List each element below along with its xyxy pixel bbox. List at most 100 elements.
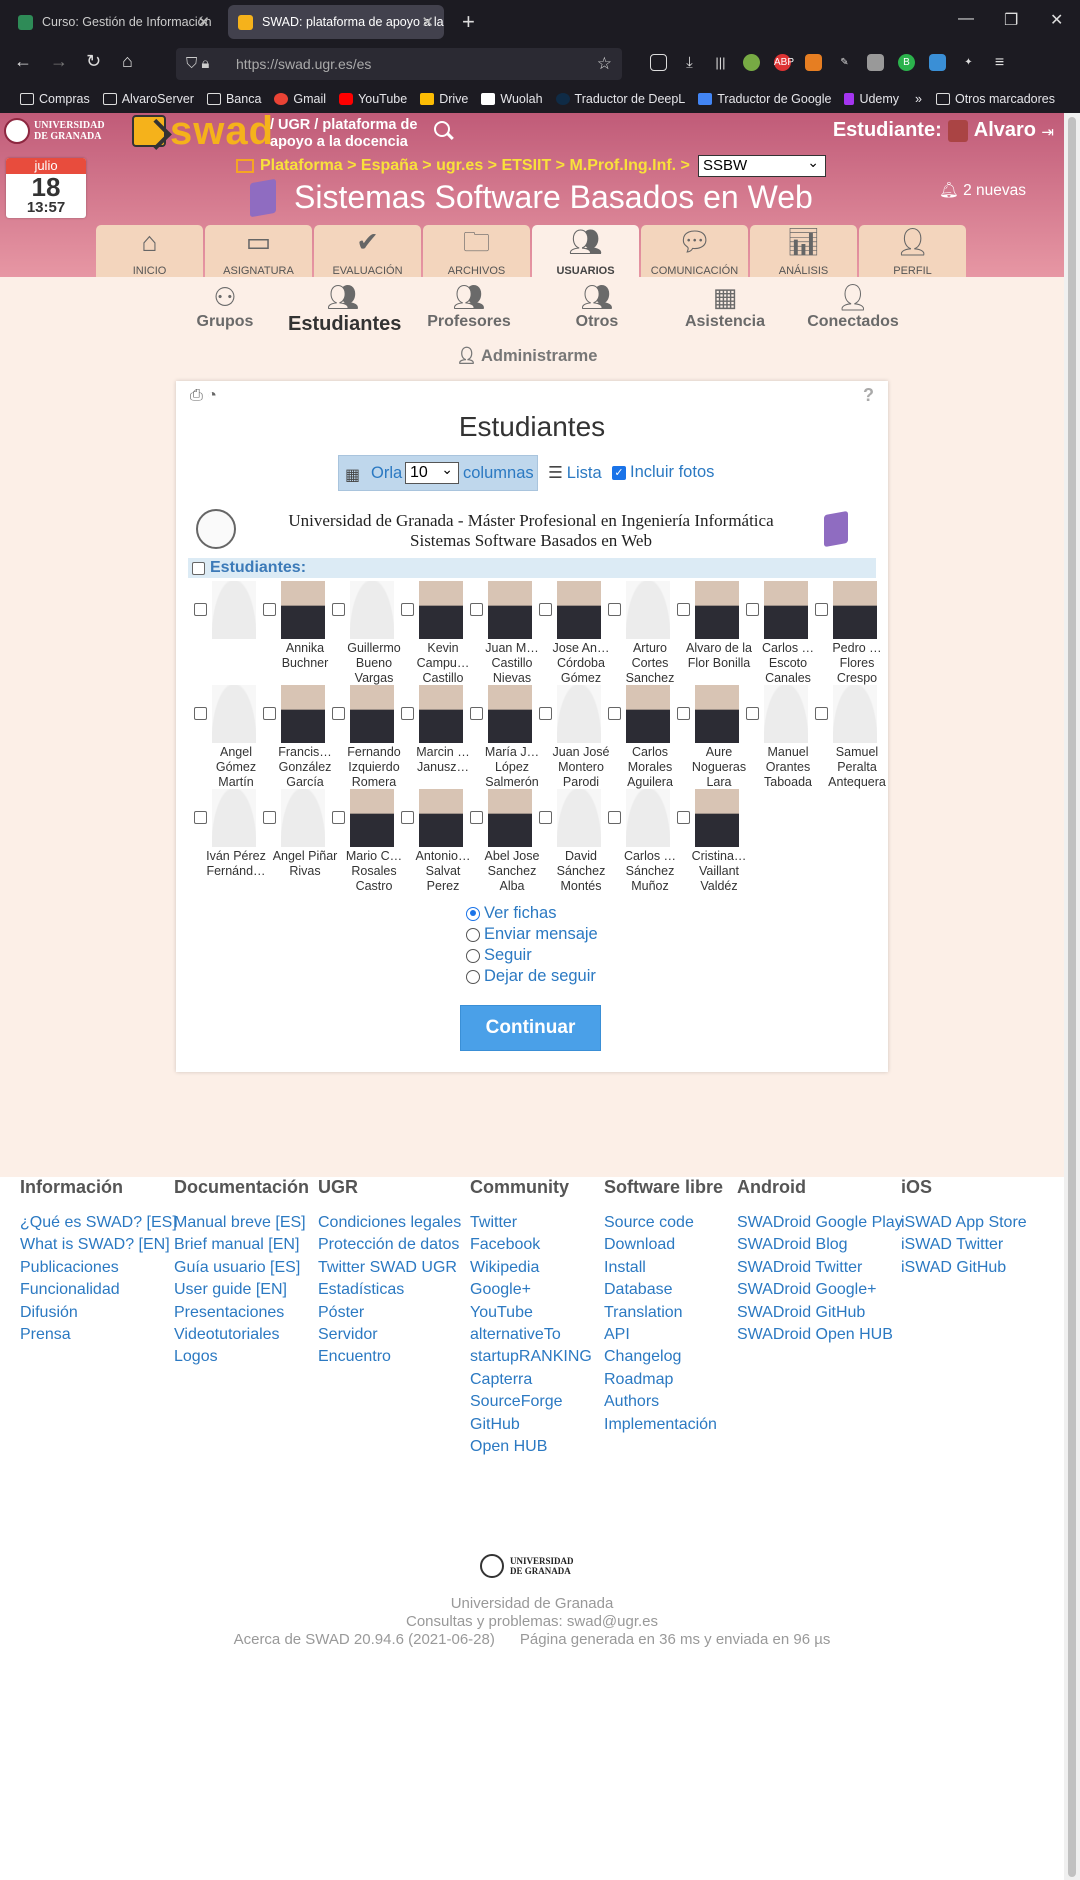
placeholder-photo-icon[interactable] <box>557 789 601 847</box>
student-checkbox[interactable] <box>746 707 759 720</box>
subtab-profesores[interactable]: 👥︎ Profesores <box>414 281 524 331</box>
footer-link[interactable]: iSWAD App Store <box>901 1212 1027 1234</box>
student-checkbox[interactable] <box>677 603 690 616</box>
student-item[interactable] <box>188 581 257 685</box>
about-swad-link[interactable]: Acerca de SWAD 20.94.6 (2021-06-28) <box>234 1631 495 1648</box>
footer-link[interactable]: SWADroid Blog <box>737 1234 903 1256</box>
back-icon[interactable]: ← <box>14 51 32 72</box>
student-checkbox[interactable] <box>539 707 552 720</box>
student-photo[interactable] <box>764 581 808 639</box>
close-tab-icon[interactable]: ✕ <box>197 13 210 31</box>
extensions-icon[interactable]: ✦ <box>960 54 977 71</box>
radio-button[interactable] <box>466 906 480 921</box>
columns-select[interactable]: 10 <box>405 459 459 484</box>
orla-label[interactable]: Orla <box>371 464 402 483</box>
student-checkbox[interactable] <box>608 707 621 720</box>
library-icon[interactable]: ||| <box>712 54 729 71</box>
footer-link[interactable]: Póster <box>318 1302 461 1324</box>
footer-link[interactable]: Funcionalidad <box>20 1279 177 1301</box>
student-item[interactable]: Samuel Peralta Antequera <box>809 685 886 789</box>
footer-link[interactable]: Logos <box>174 1346 309 1368</box>
tab-inicio[interactable]: ⌂ INICIO <box>96 225 203 277</box>
view-orla-selector[interactable]: ▦ Orla 10 columnas <box>338 455 538 491</box>
reload-icon[interactable]: ↻ <box>86 51 101 72</box>
footer-link[interactable]: Twitter SWAD UGR <box>318 1257 461 1279</box>
ugr-logo[interactable]: UNIVERSIDAD DE GRANADA <box>4 117 124 145</box>
bookmark-google-translate[interactable]: Traductor de Google <box>698 92 831 106</box>
extension-icon[interactable] <box>929 54 946 71</box>
student-item[interactable]: Manuel Orantes Taboada <box>740 685 812 789</box>
footer-link[interactable]: Facebook <box>470 1234 592 1256</box>
radio-button[interactable] <box>466 927 480 942</box>
select-all-checkbox[interactable] <box>192 562 205 575</box>
student-checkbox[interactable] <box>608 603 621 616</box>
student-checkbox[interactable] <box>470 603 483 616</box>
student-photo[interactable] <box>488 685 532 743</box>
student-photo[interactable] <box>281 581 325 639</box>
bookmark-other[interactable]: Otros marcadores <box>935 92 1055 106</box>
breadcrumb[interactable]: Plataforma > España > ugr.es > ETSIIT > … <box>236 157 690 175</box>
extension-icon[interactable]: ✎ <box>836 54 853 71</box>
student-photo[interactable] <box>350 685 394 743</box>
footer-link[interactable]: Authors <box>604 1391 723 1413</box>
footer-link[interactable]: Servidor <box>318 1324 461 1346</box>
student-checkbox[interactable] <box>401 811 414 824</box>
placeholder-photo-icon[interactable] <box>212 581 256 639</box>
footer-link[interactable]: Estadísticas <box>318 1279 461 1301</box>
student-item[interactable]: Pedro … Flores Crespo <box>809 581 882 685</box>
tab-comunicacion[interactable]: 💬︎ COMUNICACIÓN <box>641 225 748 277</box>
tab-usuarios[interactable]: 👥︎ USUARIOS <box>532 225 639 277</box>
admin-link[interactable]: 👤︎ Administrarme <box>456 347 597 366</box>
student-checkbox[interactable] <box>263 707 276 720</box>
footer-link[interactable]: Download <box>604 1234 723 1256</box>
student-item[interactable]: Antonio… Salvat Perez <box>395 789 470 893</box>
bookmark-alvaroserver[interactable]: AlvaroServer <box>102 92 194 106</box>
footer-link[interactable]: Videotutoriales <box>174 1324 309 1346</box>
student-item[interactable]: Guillermo Bueno Vargas <box>326 581 401 685</box>
footer-link[interactable]: SourceForge <box>470 1391 592 1413</box>
student-item[interactable]: Mario C… Rosales Castro <box>326 789 402 893</box>
footer-link[interactable]: Wikipedia <box>470 1257 592 1279</box>
footer-link[interactable]: startupRANKING <box>470 1346 592 1368</box>
footer-link[interactable]: API <box>604 1324 723 1346</box>
student-checkbox[interactable] <box>470 707 483 720</box>
footer-link[interactable]: Twitter <box>470 1212 592 1234</box>
extension-icon[interactable] <box>867 54 884 71</box>
subtab-otros[interactable]: 👥︎ Otros <box>542 281 652 331</box>
placeholder-photo-icon[interactable] <box>281 789 325 847</box>
footer-link[interactable]: Changelog <box>604 1346 723 1368</box>
student-checkbox[interactable] <box>470 811 483 824</box>
student-item[interactable]: Juan José Montero Parodi <box>533 685 609 789</box>
student-item[interactable]: María J… López Salmerón <box>464 685 539 789</box>
extension-icon[interactable]: B <box>898 54 915 71</box>
footer-link[interactable]: Protección de datos <box>318 1234 461 1256</box>
student-checkbox[interactable] <box>539 603 552 616</box>
pie-chart-icon[interactable]: ◔ <box>207 387 217 404</box>
search-icon[interactable] <box>434 121 450 137</box>
footer-link[interactable]: Brief manual [EN] <box>174 1234 309 1256</box>
student-checkbox[interactable] <box>815 707 828 720</box>
browser-tab-moodle[interactable]: Curso: Gestión de Información ✕ <box>8 5 220 39</box>
course-select[interactable]: SSBW <box>698 152 826 177</box>
footer-link[interactable]: Presentaciones <box>174 1302 309 1324</box>
url-bar[interactable]: ⛉ 🔒︎ https://swad.ugr.es/es ☆ <box>176 48 622 80</box>
student-photo[interactable] <box>419 581 463 639</box>
placeholder-photo-icon[interactable] <box>212 789 256 847</box>
view-list-link[interactable]: ☰ Lista <box>548 463 602 483</box>
tab-perfil[interactable]: 👤︎ PERFIL <box>859 225 966 277</box>
footer-university[interactable]: Universidad de Granada <box>0 1595 1064 1612</box>
scrollbar-thumb[interactable] <box>1068 117 1076 1877</box>
student-photo[interactable] <box>350 789 394 847</box>
close-tab-icon[interactable]: ✕ <box>421 13 434 31</box>
student-item[interactable]: Aure Nogueras Lara <box>671 685 746 789</box>
footer-link[interactable]: Implementación <box>604 1414 723 1436</box>
footer-link[interactable]: User guide [EN] <box>174 1279 309 1301</box>
student-checkbox[interactable] <box>401 603 414 616</box>
student-item[interactable]: Iván Pérez Fernánd… <box>188 789 266 893</box>
student-photo[interactable] <box>419 685 463 743</box>
footer-link[interactable]: Guía usuario [ES] <box>174 1257 309 1279</box>
student-photo[interactable] <box>626 685 670 743</box>
subtab-estudiantes[interactable]: 👥︎ Estudiantes <box>288 281 401 336</box>
footer-link[interactable]: Capterra <box>470 1369 592 1391</box>
footer-link[interactable]: iSWAD GitHub <box>901 1257 1027 1279</box>
